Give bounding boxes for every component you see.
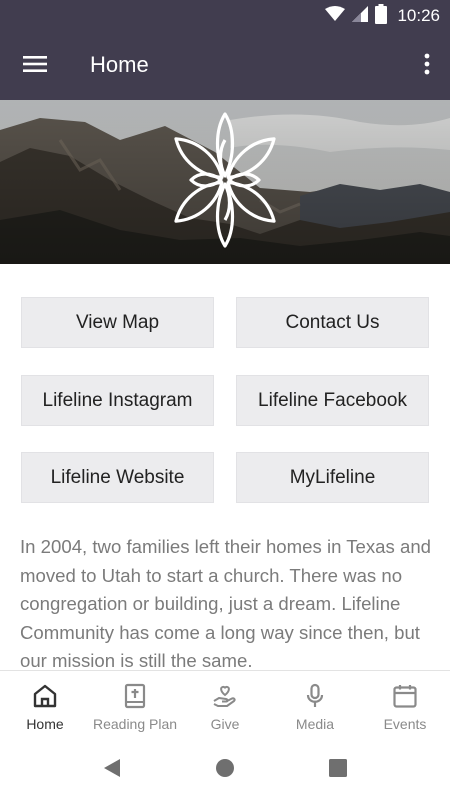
bottom-navigation: Home Reading Plan Give Media Events	[0, 670, 450, 740]
lifeline-facebook-button[interactable]: Lifeline Facebook	[236, 375, 429, 426]
lifeline-instagram-button[interactable]: Lifeline Instagram	[21, 375, 214, 426]
nav-home[interactable]: Home	[0, 671, 90, 741]
back-button[interactable]	[100, 758, 124, 782]
bible-icon	[121, 682, 149, 710]
recent-apps-button[interactable]	[326, 758, 350, 782]
give-hand-heart-icon	[211, 682, 239, 710]
nav-events-label: Events	[383, 716, 427, 732]
home-system-button[interactable]	[213, 758, 237, 782]
nav-reading-plan-label: Reading Plan	[92, 716, 178, 732]
mylifeline-button[interactable]: MyLifeline	[236, 452, 429, 503]
recents-square-icon	[328, 758, 348, 783]
nav-give-label: Give	[210, 716, 240, 732]
view-map-button[interactable]: View Map	[21, 297, 214, 348]
calendar-icon	[391, 682, 419, 710]
microphone-icon	[301, 682, 329, 710]
nav-reading-plan[interactable]: Reading Plan	[90, 671, 180, 741]
lifeline-website-button[interactable]: Lifeline Website	[21, 452, 214, 503]
wifi-icon	[325, 5, 346, 27]
more-vert-icon	[424, 53, 430, 80]
status-time: 10:26	[397, 6, 440, 25]
hero-banner	[0, 100, 450, 264]
intro-text: In 2004, two families left their homes i…	[20, 536, 432, 670]
page-title: Home	[90, 52, 149, 77]
battery-icon	[375, 3, 388, 29]
home-icon	[31, 682, 59, 710]
more-options-button[interactable]	[412, 45, 442, 87]
menu-button[interactable]	[14, 45, 56, 87]
status-icons: 10:26	[325, 3, 440, 29]
system-navigation-bar	[0, 740, 450, 800]
nav-events[interactable]: Events	[360, 671, 450, 741]
nav-give[interactable]: Give	[180, 671, 270, 741]
signal-icon	[352, 5, 369, 27]
home-circle-icon	[215, 758, 235, 783]
mountain-landscape-image	[0, 100, 450, 264]
contact-us-button[interactable]: Contact Us	[236, 297, 429, 348]
nav-media[interactable]: Media	[270, 671, 360, 741]
hamburger-menu-icon	[23, 55, 47, 78]
app-bar: Home	[0, 33, 450, 100]
status-bar: 10:26	[0, 0, 450, 33]
nav-home-label: Home	[26, 716, 64, 732]
nav-media-label: Media	[295, 716, 335, 732]
back-triangle-icon	[102, 757, 122, 784]
